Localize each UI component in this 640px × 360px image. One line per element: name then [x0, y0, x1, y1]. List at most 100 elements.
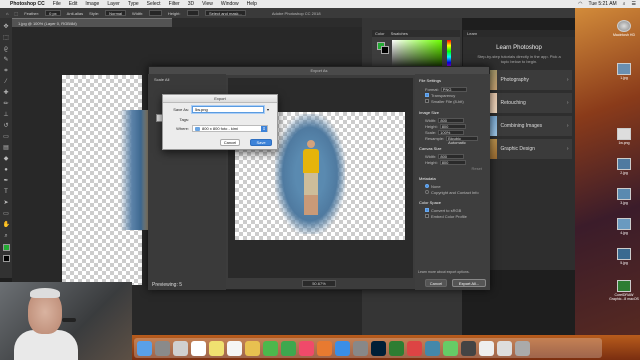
wifi-icon[interactable]: ◠ — [578, 1, 582, 7]
canvas-width-input[interactable]: 800 — [438, 153, 465, 159]
app-icon[interactable] — [443, 340, 458, 356]
menu-view[interactable]: View — [202, 1, 213, 7]
format-select[interactable]: PNG — [440, 86, 467, 92]
facetime-icon[interactable] — [281, 340, 296, 356]
height-input[interactable] — [186, 10, 199, 16]
foreground-color-swatch[interactable] — [2, 244, 10, 251]
crop-tool-icon[interactable]: ⌗ — [3, 68, 10, 75]
photos-icon[interactable] — [245, 340, 260, 356]
messages-icon[interactable] — [263, 340, 278, 356]
menu-file[interactable]: File — [53, 1, 61, 7]
resample-select[interactable]: Bicubic Automatic — [446, 135, 479, 144]
tags-input[interactable] — [192, 116, 264, 122]
app-icon[interactable] — [425, 340, 440, 356]
system-preferences-icon[interactable] — [353, 340, 368, 356]
background-color-swatch[interactable] — [2, 255, 10, 262]
menu-select[interactable]: Select — [147, 1, 161, 7]
coreldraw-icon[interactable] — [389, 340, 404, 356]
history-brush-icon[interactable]: ↺ — [3, 123, 10, 130]
desktop-icon[interactable]: 5.jpg — [613, 248, 635, 265]
downloads-stack-icon[interactable] — [497, 340, 512, 356]
desktop-icon[interactable]: CorelDRAW Graphic...8 macOS — [609, 280, 639, 301]
desktop-icon[interactable]: 4.jpg — [613, 218, 635, 235]
image-width-input[interactable]: 800 — [438, 117, 465, 123]
zoom-tool-icon[interactable]: ⌕ — [3, 233, 10, 240]
menu-3d[interactable]: 3D — [188, 1, 194, 7]
pen-tool-icon[interactable]: ✒ — [3, 178, 10, 185]
antialias-checkbox[interactable]: Anti-alias — [67, 11, 83, 16]
tab-color[interactable]: Color — [375, 31, 385, 36]
export-all-button[interactable]: Export All... — [452, 279, 486, 287]
smaller-file-checkbox[interactable] — [425, 99, 429, 103]
reset-button[interactable]: Reset — [472, 166, 482, 171]
app-icon[interactable] — [407, 340, 422, 356]
healing-tool-icon[interactable]: ✚ — [3, 90, 10, 97]
learn-more-link[interactable]: Learn more about export options. — [418, 270, 470, 274]
style-select[interactable]: Normal — [105, 10, 127, 16]
path-select-tool-icon[interactable]: ➤ — [3, 200, 10, 207]
safari-icon[interactable] — [173, 340, 188, 356]
documents-stack-icon[interactable] — [479, 340, 494, 356]
tab-swatches[interactable]: Swatches — [391, 31, 408, 36]
desktop-icon[interactable]: 3.jpg — [613, 188, 635, 205]
blur-tool-icon[interactable]: ◆ — [3, 156, 10, 163]
trash-icon[interactable] — [515, 340, 530, 356]
clock[interactable]: Tue 5:21 AM — [589, 1, 617, 7]
menu-help[interactable]: Help — [247, 1, 257, 7]
marquee-tool-icon[interactable]: ⬚ — [14, 11, 18, 16]
eraser-tool-icon[interactable]: ▭ — [3, 134, 10, 141]
desktop-icon[interactable]: Macintosh HD — [613, 20, 635, 37]
expand-icon[interactable]: ▾ — [267, 107, 269, 112]
move-tool-icon[interactable]: ✥ — [3, 24, 10, 31]
metadata-none-radio[interactable] — [425, 184, 429, 188]
reminders-icon[interactable] — [227, 340, 242, 356]
menu-type[interactable]: Type — [128, 1, 139, 7]
menu-app-name[interactable]: Photoshop CC — [10, 1, 45, 7]
save-button[interactable]: Save — [250, 139, 272, 146]
photoshop-icon[interactable] — [371, 340, 386, 356]
gradient-tool-icon[interactable]: ▤ — [3, 145, 10, 152]
hand-tool-icon[interactable]: ✋ — [3, 222, 10, 229]
desktop-icon[interactable]: 1.jpg — [613, 63, 635, 80]
shape-tool-icon[interactable]: ▭ — [3, 211, 10, 218]
width-input[interactable] — [149, 10, 162, 16]
menu-image[interactable]: Image — [85, 1, 99, 7]
menu-layer[interactable]: Layer — [107, 1, 120, 7]
export-cancel-button[interactable]: Cancel — [425, 279, 447, 287]
search-icon[interactable]: ⌕ — [623, 1, 626, 7]
menu-icon[interactable]: ☰ — [632, 1, 636, 7]
terminal-icon[interactable] — [461, 340, 476, 356]
brush-tool-icon[interactable]: ✏ — [3, 101, 10, 108]
launchpad-icon[interactable] — [155, 340, 170, 356]
where-select[interactable]: 800 x 800 foto - kimi ⇕ — [192, 125, 268, 132]
select-and-mask-button[interactable]: Select and mask... — [204, 10, 246, 16]
finder-icon[interactable] — [137, 340, 152, 356]
tab-learn[interactable]: Learn — [463, 30, 575, 37]
calendar-icon[interactable] — [191, 340, 206, 356]
dodge-tool-icon[interactable]: ● — [3, 167, 10, 174]
metadata-copyright-radio[interactable] — [425, 190, 429, 194]
zoom-select[interactable]: 50.67% — [302, 280, 336, 287]
marquee-tool-icon[interactable]: ⬚ — [3, 35, 10, 42]
menu-filter[interactable]: Filter — [169, 1, 180, 7]
quick-select-tool-icon[interactable]: ✎ — [3, 57, 10, 64]
type-tool-icon[interactable]: T — [3, 189, 10, 196]
eyedropper-tool-icon[interactable]: ⁄ — [3, 79, 10, 86]
menu-window[interactable]: Window — [221, 1, 239, 7]
lasso-tool-icon[interactable]: ϱ — [3, 46, 10, 53]
feather-input[interactable]: 0 px — [45, 10, 61, 16]
save-cancel-button[interactable]: Cancel — [220, 139, 240, 146]
panel-background-swatch[interactable] — [381, 46, 389, 54]
transparency-checkbox[interactable] — [425, 93, 429, 97]
save-as-input[interactable]: 5w.png — [192, 106, 264, 113]
books-icon[interactable] — [317, 340, 332, 356]
canvas-height-input[interactable]: 800 — [439, 159, 466, 165]
music-icon[interactable] — [299, 340, 314, 356]
image-height-input[interactable]: 800 — [439, 123, 466, 129]
notes-icon[interactable] — [209, 340, 224, 356]
embed-profile-checkbox[interactable] — [425, 214, 429, 218]
scale-select[interactable]: 100% — [438, 129, 465, 135]
stamp-tool-icon[interactable]: ⊥ — [3, 112, 10, 119]
document-tab[interactable]: 1.jpg @ 100% (Layer 0, RGB/8#) — [12, 18, 172, 27]
home-icon[interactable]: ⌂ — [6, 11, 8, 16]
